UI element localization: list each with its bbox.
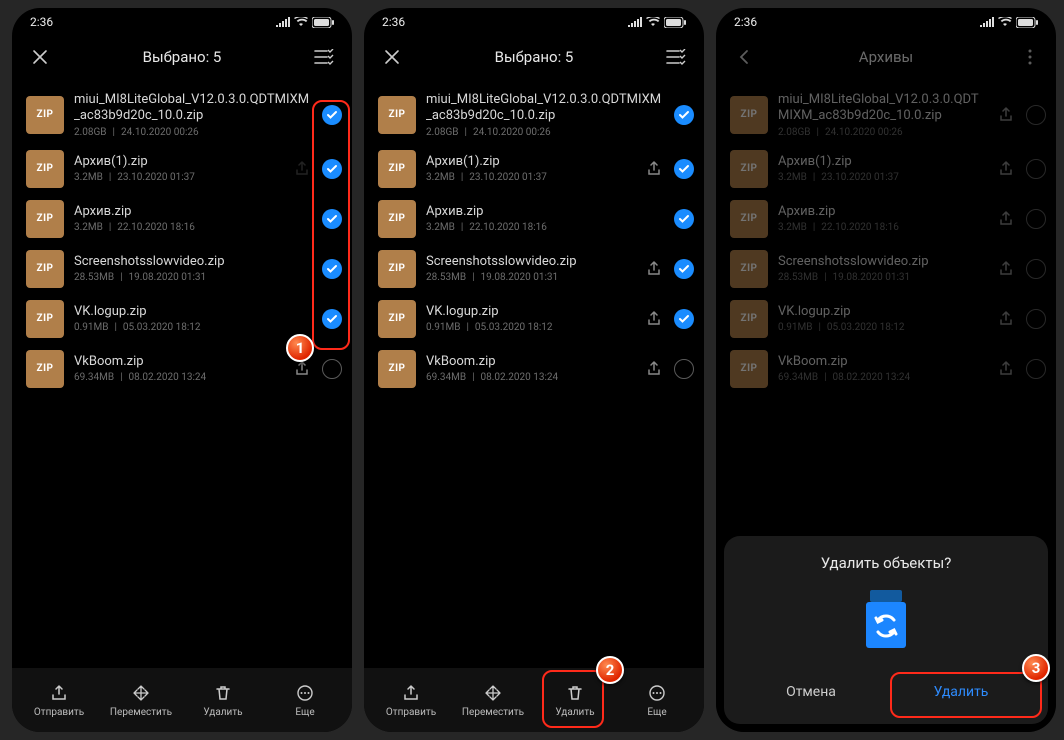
zip-file-icon: ZIP bbox=[378, 150, 416, 188]
zip-file-icon: ZIP bbox=[26, 200, 64, 238]
checkbox-unchecked-icon[interactable] bbox=[322, 359, 342, 379]
file-meta: 2.08GB|24.10.2020 00:26 bbox=[74, 127, 312, 138]
share-icon[interactable] bbox=[646, 311, 662, 327]
status-bar: 2:36 bbox=[12, 8, 352, 36]
zip-file-icon: ZIP bbox=[378, 96, 416, 134]
file-row[interactable]: ZIP Screenshotsslowvideo.zip28.53MB|19.0… bbox=[12, 244, 352, 294]
action-send[interactable]: Отправить bbox=[18, 683, 100, 718]
file-row[interactable]: ZIP Screenshotsslowvideo.zip28.53MB|19.0… bbox=[364, 244, 704, 294]
battery-icon bbox=[664, 17, 686, 28]
wifi-icon bbox=[294, 17, 308, 27]
file-list: ZIP miui_MI8LiteGlobal_V12.0.3.0.QDTMIXM… bbox=[12, 78, 352, 668]
dialog-buttons: Отмена Удалить bbox=[736, 670, 1036, 714]
file-row[interactable]: ZIP Архив.zip3.2MB|22.10.2020 18:16 bbox=[12, 194, 352, 244]
send-icon bbox=[49, 683, 69, 703]
more-icon bbox=[647, 683, 667, 703]
action-move[interactable]: Переместить bbox=[100, 683, 182, 718]
select-all-button[interactable] bbox=[662, 43, 690, 71]
file-row[interactable]: ZIP Архив(1).zip3.2MB|23.10.2020 01:37 bbox=[364, 144, 704, 194]
action-send[interactable]: Отправить bbox=[370, 683, 452, 718]
file-row[interactable]: ZIP VkBoom.zip69.34MB|08.02.2020 13:24 bbox=[364, 344, 704, 394]
file-row[interactable]: ZIP miui_MI8LiteGlobal_V12.0.3.0.QDTMIXM… bbox=[364, 86, 704, 144]
action-more[interactable]: Еще bbox=[264, 683, 346, 718]
move-icon bbox=[483, 683, 503, 703]
checkbox-checked-icon[interactable] bbox=[322, 209, 342, 229]
zip-file-icon: ZIP bbox=[378, 250, 416, 288]
header-title: Выбрано: 5 bbox=[364, 48, 704, 66]
signal-icon bbox=[276, 17, 290, 27]
zip-file-icon: ZIP bbox=[26, 96, 64, 134]
bottom-action-bar: Отправить Переместить Удалить Еще bbox=[12, 668, 352, 732]
send-icon bbox=[401, 683, 421, 703]
action-delete[interactable]: Удалить bbox=[534, 683, 616, 718]
header: Выбрано: 5 bbox=[12, 36, 352, 78]
share-icon[interactable] bbox=[646, 261, 662, 277]
status-bar: 2:36 bbox=[364, 8, 704, 36]
header-title: Выбрано: 5 bbox=[12, 48, 352, 66]
file-name: miui_MI8LiteGlobal_V12.0.3.0.QDTMIXM_ac8… bbox=[74, 92, 312, 125]
phone-2: 2:36 Выбрано: 5 ZIP miui_MI8LiteGlobal_V… bbox=[364, 8, 704, 732]
checkbox-checked-icon[interactable] bbox=[674, 105, 694, 125]
zip-file-icon: ZIP bbox=[26, 300, 64, 338]
share-icon[interactable] bbox=[646, 361, 662, 377]
share-icon[interactable] bbox=[294, 361, 310, 377]
dialog-title: Удалить объекты? bbox=[736, 554, 1036, 572]
action-delete[interactable]: Удалить bbox=[182, 683, 264, 718]
signal-icon bbox=[628, 17, 642, 27]
share-icon[interactable] bbox=[294, 161, 310, 177]
checkbox-checked-icon[interactable] bbox=[674, 209, 694, 229]
close-button[interactable] bbox=[378, 43, 406, 71]
dialog-cancel-button[interactable]: Отмена bbox=[736, 670, 886, 714]
wifi-icon bbox=[646, 17, 660, 27]
checkbox-checked-icon[interactable] bbox=[322, 105, 342, 125]
file-row[interactable]: ZIP Архив.zip3.2MB|22.10.2020 18:16 bbox=[364, 194, 704, 244]
signal-icon bbox=[980, 17, 994, 27]
move-icon bbox=[131, 683, 151, 703]
zip-file-icon: ZIP bbox=[378, 200, 416, 238]
zip-file-icon: ZIP bbox=[378, 350, 416, 388]
checkbox-checked-icon[interactable] bbox=[674, 159, 694, 179]
status-time: 2:36 bbox=[382, 15, 405, 29]
action-move[interactable]: Переместить bbox=[452, 683, 534, 718]
phone-3: 2:36 Архивы ZIP miui_MI8LiteGlobal_V12.0… bbox=[716, 8, 1056, 732]
delete-confirm-dialog: Удалить объекты? Отмена Удалить bbox=[724, 536, 1048, 724]
more-icon bbox=[295, 683, 315, 703]
file-row[interactable]: ZIP VK.logup.zip0.91MB|05.03.2020 18:12 bbox=[364, 294, 704, 344]
select-all-button[interactable] bbox=[310, 43, 338, 71]
file-row[interactable]: ZIP VK.logup.zip0.91MB|05.03.2020 18:12 bbox=[12, 294, 352, 344]
action-more[interactable]: Еще bbox=[616, 683, 698, 718]
zip-file-icon: ZIP bbox=[26, 150, 64, 188]
status-bar: 2:36 bbox=[716, 8, 1056, 36]
checkbox-checked-icon[interactable] bbox=[322, 309, 342, 329]
trash-icon bbox=[565, 683, 585, 703]
status-time: 2:36 bbox=[30, 15, 53, 29]
share-icon[interactable] bbox=[646, 161, 662, 177]
battery-icon bbox=[312, 17, 334, 28]
bottom-action-bar: Отправить Переместить Удалить Еще bbox=[364, 668, 704, 732]
checkbox-checked-icon[interactable] bbox=[674, 309, 694, 329]
dialog-delete-button[interactable]: Удалить bbox=[886, 670, 1036, 714]
checkbox-checked-icon[interactable] bbox=[674, 259, 694, 279]
battery-icon bbox=[1016, 17, 1038, 28]
file-row[interactable]: ZIP Архив(1).zip3.2MB|23.10.2020 01:37 bbox=[12, 144, 352, 194]
file-list: ZIP miui_MI8LiteGlobal_V12.0.3.0.QDTMIXM… bbox=[364, 78, 704, 668]
status-right bbox=[276, 17, 334, 28]
status-time: 2:36 bbox=[734, 15, 757, 29]
file-row[interactable]: ZIP miui_MI8LiteGlobal_V12.0.3.0.QDTMIXM… bbox=[12, 86, 352, 144]
wifi-icon bbox=[998, 17, 1012, 27]
checkbox-unchecked-icon[interactable] bbox=[674, 359, 694, 379]
close-button[interactable] bbox=[26, 43, 54, 71]
zip-file-icon: ZIP bbox=[26, 350, 64, 388]
checkbox-checked-icon[interactable] bbox=[322, 159, 342, 179]
zip-file-icon: ZIP bbox=[378, 300, 416, 338]
phone-1: 2:36 Выбрано: 5 ZIP miui_MI8LiteGlobal_V… bbox=[12, 8, 352, 732]
file-row[interactable]: ZIP VkBoom.zip69.34MB|08.02.2020 13:24 bbox=[12, 344, 352, 394]
trash-icon bbox=[213, 683, 233, 703]
zip-file-icon: ZIP bbox=[26, 250, 64, 288]
recycle-bin-icon bbox=[736, 584, 1036, 654]
header: Выбрано: 5 bbox=[364, 36, 704, 78]
checkbox-checked-icon[interactable] bbox=[322, 259, 342, 279]
